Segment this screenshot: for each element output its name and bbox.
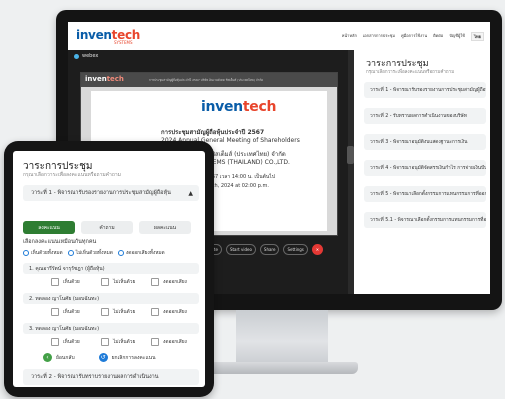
same-vote-label: เลือกลงคะแนนเหมือนกันทุกคน bbox=[23, 239, 97, 245]
logo-sub: SYSTEMS bbox=[114, 40, 133, 45]
vote-tabs: ลงคะแนน คำถาม ผลคะแนน bbox=[23, 221, 191, 234]
voter-row-1: 1. คุณอารีรัตน์ จารุรัชฎา (ผู้ถือหุ้น) bbox=[23, 263, 199, 274]
share-button[interactable]: Share bbox=[259, 244, 280, 255]
voter-row-2: 2. ทดลอง ญาโนศัย (มอบฉันทะ) bbox=[23, 293, 199, 304]
agenda-item-4[interactable]: วาระที่ 4 - พิจารณาอนุมัติจัดสรรเงินกำไร… bbox=[364, 160, 486, 176]
cancel-vote-button[interactable]: ↺ ยกเลิกการลงคะแนน bbox=[98, 353, 156, 362]
monitor-stand-neck bbox=[236, 310, 328, 362]
current-agenda[interactable]: วาระที่ 1 - พิจารณารับรองรายงานการประชุม… bbox=[23, 185, 199, 201]
monitor-stand-base bbox=[208, 362, 358, 374]
webex-brand: webex bbox=[82, 53, 99, 59]
vote-actions: ‹ ย้อนกลับ ↺ ยกเลิกการลงคะแนน bbox=[43, 353, 156, 362]
end-call-icon[interactable]: ✕ bbox=[311, 244, 323, 255]
tablet-subtitle: กรุณาเลือกวาระเพื่อลงคะแนนหรือถามคำถาม bbox=[23, 172, 121, 178]
webex-icon bbox=[74, 53, 79, 59]
cancel-icon: ↺ bbox=[98, 353, 108, 362]
checkbox-disapprove[interactable]: ไม่เห็นด้วย bbox=[101, 338, 151, 346]
agenda-panel: วาระการประชุม กรุณาเลือกวาระเพื่อลงคะแนน… bbox=[354, 50, 490, 294]
slide-logo: inventech bbox=[201, 99, 277, 115]
logo-main: inven bbox=[76, 28, 112, 42]
checkbox-abstain[interactable]: งดออกเสียง bbox=[151, 338, 201, 346]
voter-3-choices: เห็นด้วย ไม่เห็นด้วย งดออกเสียง bbox=[51, 338, 201, 346]
tablet-screen: วาระการประชุม กรุณาเลือกวาระเพื่อลงคะแนน… bbox=[13, 151, 205, 387]
radio-disapprove-all[interactable]: ไม่เห็นด้วยทั้งหมด bbox=[67, 249, 113, 257]
slide-title-th: การประชุมสามัญผู้ถือหุ้นประจำปี 2567 bbox=[161, 129, 265, 136]
settings-button[interactable]: Settings bbox=[283, 244, 308, 255]
back-arrow-icon: ‹ bbox=[43, 353, 52, 362]
voter-2-choices: เห็นด้วย ไม่เห็นด้วย งดออกเสียง bbox=[51, 308, 201, 316]
next-agenda[interactable]: วาระที่ 2 - พิจารณารับทราบรายงานผลการดำเ… bbox=[23, 369, 199, 385]
site-nav: หน้าหลัก เอกสารการประชุม คู่มือการใช้งาน… bbox=[342, 32, 484, 41]
nav-home[interactable]: หน้าหลัก bbox=[342, 32, 357, 41]
panel-subtitle: กรุณาเลือกวาระเพื่อลงคะแนนหรือถามคำถาม bbox=[366, 70, 455, 75]
slide-header: inventech การประชุมสามัญผู้ถือหุ้นประจำป… bbox=[81, 73, 337, 87]
checkbox-abstain[interactable]: งดออกเสียง bbox=[151, 308, 201, 316]
checkbox-disapprove[interactable]: ไม่เห็นด้วย bbox=[101, 278, 151, 286]
agenda-item-5-1[interactable]: วาระที่ 5.1 - พิจารณาเลือกตั้งกรรมการแทน… bbox=[364, 212, 486, 228]
nav-account[interactable]: บัญชีผู้ใช้ bbox=[449, 32, 465, 41]
agenda-item-2[interactable]: วาระที่ 2 - รับทราบผลการดำเนินงานของบริษ… bbox=[364, 108, 486, 124]
webex-controls: Unmute Start video Share Settings ✕ bbox=[198, 244, 323, 255]
voter-1-choices: เห็นด้วย ไม่เห็นด้วย งดออกเสียง bbox=[51, 278, 201, 286]
webex-bar: webex bbox=[68, 50, 348, 62]
slide-header-text: การประชุมสามัญผู้ถือหุ้นประจำปี 2567 บริ… bbox=[149, 78, 264, 82]
current-agenda-label: วาระที่ 1 - พิจารณารับรองรายงานการประชุม… bbox=[31, 190, 171, 196]
bulk-vote-options: เห็นด้วยทั้งหมด ไม่เห็นด้วยทั้งหมด งดออก… bbox=[23, 249, 165, 257]
checkbox-approve[interactable]: เห็นด้วย bbox=[51, 338, 101, 346]
checkbox-approve[interactable]: เห็นด้วย bbox=[51, 308, 101, 316]
panel-toggle-handle[interactable] bbox=[347, 146, 354, 164]
radio-abstain-all[interactable]: งดออกเสียงทั้งหมด bbox=[117, 249, 165, 257]
site-header: inventech SYSTEMS หน้าหลัก เอกสารการประช… bbox=[68, 22, 490, 50]
agenda-item-3[interactable]: วาระที่ 3 - พิจารณาอนุมัติงบแสดงฐานะการเ… bbox=[364, 134, 486, 150]
chevron-up-icon: ▲ bbox=[188, 189, 193, 197]
next-agenda-label: วาระที่ 2 - พิจารณารับทราบรายงานผลการดำเ… bbox=[31, 374, 159, 380]
voter-row-3: 3. ทดลอง ญาโนศัย (มอบฉันทะ) bbox=[23, 323, 199, 334]
nav-documents[interactable]: เอกสารการประชุม bbox=[363, 32, 395, 41]
nav-contact[interactable]: ติดต่อ bbox=[433, 32, 443, 41]
language-switch[interactable]: ไทย bbox=[471, 32, 484, 41]
checkbox-approve[interactable]: เห็นด้วย bbox=[51, 278, 101, 286]
slide-header-logo: inventech bbox=[85, 75, 124, 83]
radio-approve-all[interactable]: เห็นด้วยทั้งหมด bbox=[23, 249, 63, 257]
vote-button[interactable]: ลงคะแนน bbox=[23, 221, 75, 234]
question-button[interactable]: คำถาม bbox=[81, 221, 133, 234]
result-button[interactable]: ผลคะแนน bbox=[139, 221, 191, 234]
checkbox-abstain[interactable]: งดออกเสียง bbox=[151, 278, 201, 286]
nav-manual[interactable]: คู่มือการใช้งาน bbox=[401, 32, 427, 41]
start-video-button[interactable]: Start video bbox=[225, 244, 256, 255]
agenda-item-1[interactable]: วาระที่ 1 - พิจารณารับรองรายงานการประชุม… bbox=[364, 82, 486, 98]
back-button[interactable]: ‹ ย้อนกลับ bbox=[43, 353, 75, 362]
agenda-item-5[interactable]: วาระที่ 5 - พิจารณาเลือกตั้งกรรมการแทนกร… bbox=[364, 186, 486, 202]
tablet-frame: วาระการประชุม กรุณาเลือกวาระเพื่อลงคะแนน… bbox=[4, 141, 214, 397]
checkbox-disapprove[interactable]: ไม่เห็นด้วย bbox=[101, 308, 151, 316]
